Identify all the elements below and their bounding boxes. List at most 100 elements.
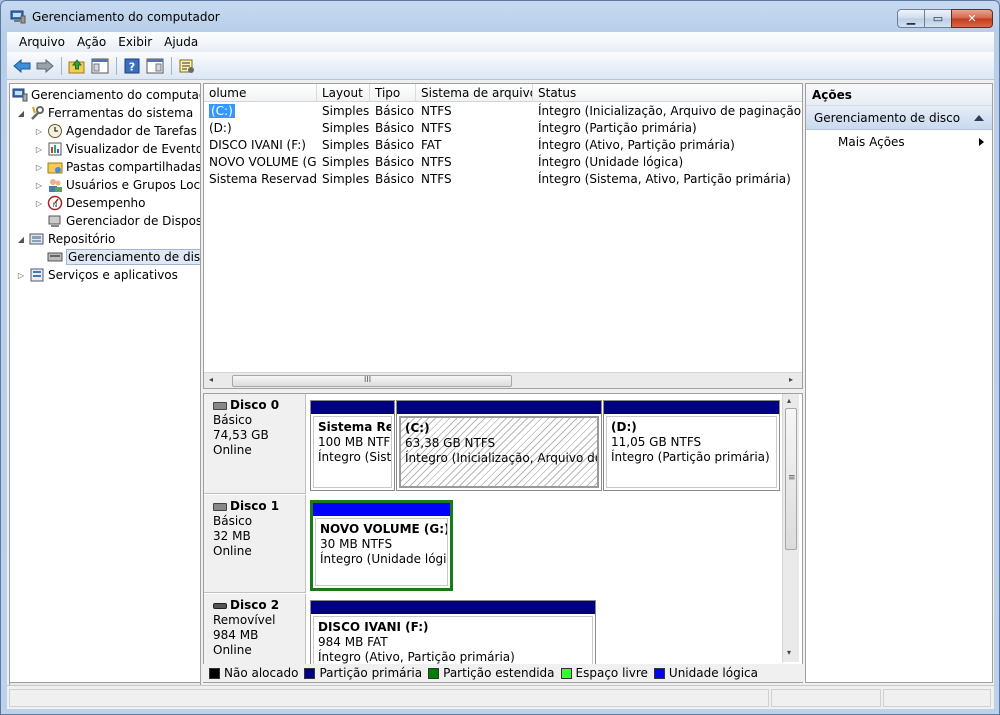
partition-d[interactable]: (D:) 11,05 GB NTFS Íntegro (Partição pri… [603, 400, 780, 491]
status-cell-3 [883, 689, 991, 707]
console-tree[interactable]: Gerenciamento do computador ◢ Ferramenta… [9, 83, 201, 683]
tree-item-label: Serviços e aplicativos [48, 268, 178, 282]
expand-icon[interactable]: ▷ [34, 181, 44, 190]
partition-c[interactable]: (C:) 63,38 GB NTFS Íntegro (Inicializaçã… [396, 400, 602, 491]
status-cell: Íntegro (Ativo, Partição primária) [538, 138, 735, 152]
partition-primary-bar [311, 401, 394, 414]
table-row[interactable]: (C:) Simples Básico NTFS Íntegro (Inicia… [204, 103, 803, 120]
clock-icon [47, 123, 63, 139]
maximize-button[interactable]: ▭ [924, 9, 952, 28]
partition-g[interactable]: NOVO VOLUME (G:) 30 MB NTFS Íntegro (Uni… [310, 500, 453, 591]
tree-item-event-viewer[interactable]: ▷ Visualizador de Eventos [34, 140, 200, 158]
partition-name: NOVO VOLUME (G:) [320, 522, 448, 536]
show-hide-action-pane-button[interactable] [144, 55, 166, 77]
tree-item-disk-management[interactable]: Gerenciamento de disco [34, 248, 200, 266]
partition-status: Íntegro (Partição primária) [611, 450, 770, 464]
expand-icon[interactable]: ▷ [34, 127, 44, 136]
column-header-filesystem[interactable]: Sistema de arquivos [416, 84, 533, 102]
tree-item-device-manager[interactable]: Gerenciador de Dispositivos [34, 212, 200, 230]
column-header-volume[interactable]: olume [204, 84, 317, 102]
menu-arquivo[interactable]: Arquivo [13, 32, 71, 52]
title-bar[interactable]: Gerenciamento do computador ▁ ▭ ✕ [1, 1, 999, 31]
column-header-status[interactable]: Status [533, 84, 802, 102]
computer-icon [12, 87, 28, 103]
back-button[interactable] [11, 55, 33, 77]
more-actions-item[interactable]: Mais Ações [806, 130, 992, 154]
volume-cell: (D:) [209, 121, 232, 135]
column-header-type[interactable]: Tipo [370, 84, 416, 102]
collapse-triangle-icon[interactable] [974, 115, 984, 121]
collapse-icon[interactable]: ◢ [16, 109, 26, 118]
filesystem-cell: NTFS [421, 155, 452, 169]
tree-item-performance[interactable]: ▷ N Desempenho [34, 194, 146, 212]
type-cell: Básico [375, 172, 415, 186]
properties-button[interactable] [176, 55, 198, 77]
toolbar: ? [7, 52, 994, 80]
scroll-right-icon[interactable]: ▸ [789, 375, 793, 384]
scroll-left-icon[interactable]: ◂ [209, 375, 213, 384]
layout-cell: Simples [322, 121, 370, 135]
legend-swatch-logical [653, 667, 665, 679]
status-cell: Íntegro (Inicialização, Arquivo de pagin… [538, 104, 803, 118]
thumb-grip-icon: III [364, 375, 372, 384]
toolbar-separator [171, 56, 172, 75]
legend-label: Unidade lógica [668, 666, 758, 680]
toolbar-separator [116, 56, 117, 75]
disk-graphical-view[interactable]: Disco 0 Básico 74,53 GB Online Sistema R… [203, 393, 803, 683]
table-row[interactable]: NOVO VOLUME (G:) Simples Básico NTFS Ínt… [204, 154, 802, 171]
scroll-thumb[interactable]: III [232, 375, 512, 387]
minimize-button[interactable]: ▁ [897, 9, 925, 28]
tree-item-label: Gerenciamento do computador [31, 88, 201, 102]
disk-view-vertical-scrollbar[interactable]: ▴ ≡ ▾ [782, 394, 799, 662]
table-row[interactable]: (D:) Simples Básico NTFS Íntegro (Partiç… [204, 120, 802, 137]
help-button[interactable]: ? [121, 55, 143, 77]
scroll-thumb[interactable]: ≡ [785, 408, 797, 550]
volume-list-horizontal-scrollbar[interactable]: ◂ III ▸ [204, 372, 802, 388]
tree-item-system-tools[interactable]: ◢ Ferramentas do sistema [16, 104, 193, 122]
menu-bar: Arquivo Ação Exibir Ajuda [7, 32, 994, 52]
volume-list[interactable]: olume Layout Tipo Sistema de arquivos St… [203, 83, 803, 389]
partition-status: Íntegro (Sistema, Ativo, Partição primár… [318, 450, 392, 464]
column-header-layout[interactable]: Layout [317, 84, 370, 102]
up-folder-button[interactable] [66, 55, 88, 77]
partition-size: 63,38 GB NTFS [405, 436, 496, 450]
menu-exibir[interactable]: Exibir [112, 32, 158, 52]
layout-cell: Simples [322, 138, 370, 152]
partition-size: 30 MB NTFS [320, 537, 393, 551]
close-button[interactable]: ✕ [951, 9, 993, 28]
legend-swatch-free-space [560, 667, 572, 679]
expand-icon[interactable]: ▷ [16, 271, 26, 280]
volume-cell: NOVO VOLUME (G:) [209, 155, 317, 169]
tree-item-computer-management[interactable]: Gerenciamento do computador [12, 86, 201, 104]
forward-button[interactable] [34, 55, 56, 77]
menu-ajuda[interactable]: Ajuda [158, 32, 204, 52]
tree-item-storage[interactable]: ◢ Repositório [16, 230, 115, 248]
table-row[interactable]: Sistema Reservado Simples Básico NTFS Ín… [204, 171, 802, 188]
partition-system-reserved[interactable]: Sistema Reservado 100 MB NTFS Íntegro (S… [310, 400, 395, 491]
tree-item-services-applications[interactable]: ▷ Serviços e aplicativos [16, 266, 178, 284]
actions-header: Ações [806, 84, 992, 106]
expand-icon[interactable]: ▷ [34, 163, 44, 172]
table-row[interactable]: DISCO IVANI (F:) Simples Básico FAT Ínte… [204, 137, 802, 154]
section-label: Gerenciamento de disco [814, 111, 961, 125]
partition-body: Sistema Reservado 100 MB NTFS Íntegro (S… [313, 416, 392, 488]
action-pane-icon [146, 58, 164, 73]
menu-acao[interactable]: Ação [71, 32, 112, 52]
tree-item-local-users-groups[interactable]: ▷ Usuários e Grupos Locais [34, 176, 200, 194]
tree-item-task-scheduler[interactable]: ▷ Agendador de Tarefas [34, 122, 197, 140]
partition-status: Íntegro (Unidade lógica) [320, 552, 447, 566]
collapse-icon[interactable]: ◢ [16, 235, 26, 244]
disk-0-label[interactable]: Disco 0 Básico 74,53 GB Online [204, 394, 306, 494]
tree-item-label: Agendador de Tarefas [66, 124, 197, 138]
tree-item-label: Repositório [48, 232, 116, 246]
scroll-up-icon[interactable]: ▴ [787, 396, 791, 405]
expand-icon[interactable]: ▷ [34, 199, 44, 208]
tree-item-shared-folders[interactable]: ▷ Pastas compartilhadas [34, 158, 200, 176]
scroll-down-icon[interactable]: ▾ [787, 648, 791, 657]
filesystem-cell: NTFS [421, 172, 452, 186]
disk-1-label[interactable]: Disco 1 Básico 32 MB Online [204, 495, 306, 593]
show-hide-tree-button[interactable] [89, 55, 111, 77]
expand-icon[interactable]: ▷ [34, 145, 44, 154]
actions-section-disk-management[interactable]: Gerenciamento de disco [806, 106, 992, 130]
status-cell: Íntegro (Partição primária) [538, 121, 697, 135]
